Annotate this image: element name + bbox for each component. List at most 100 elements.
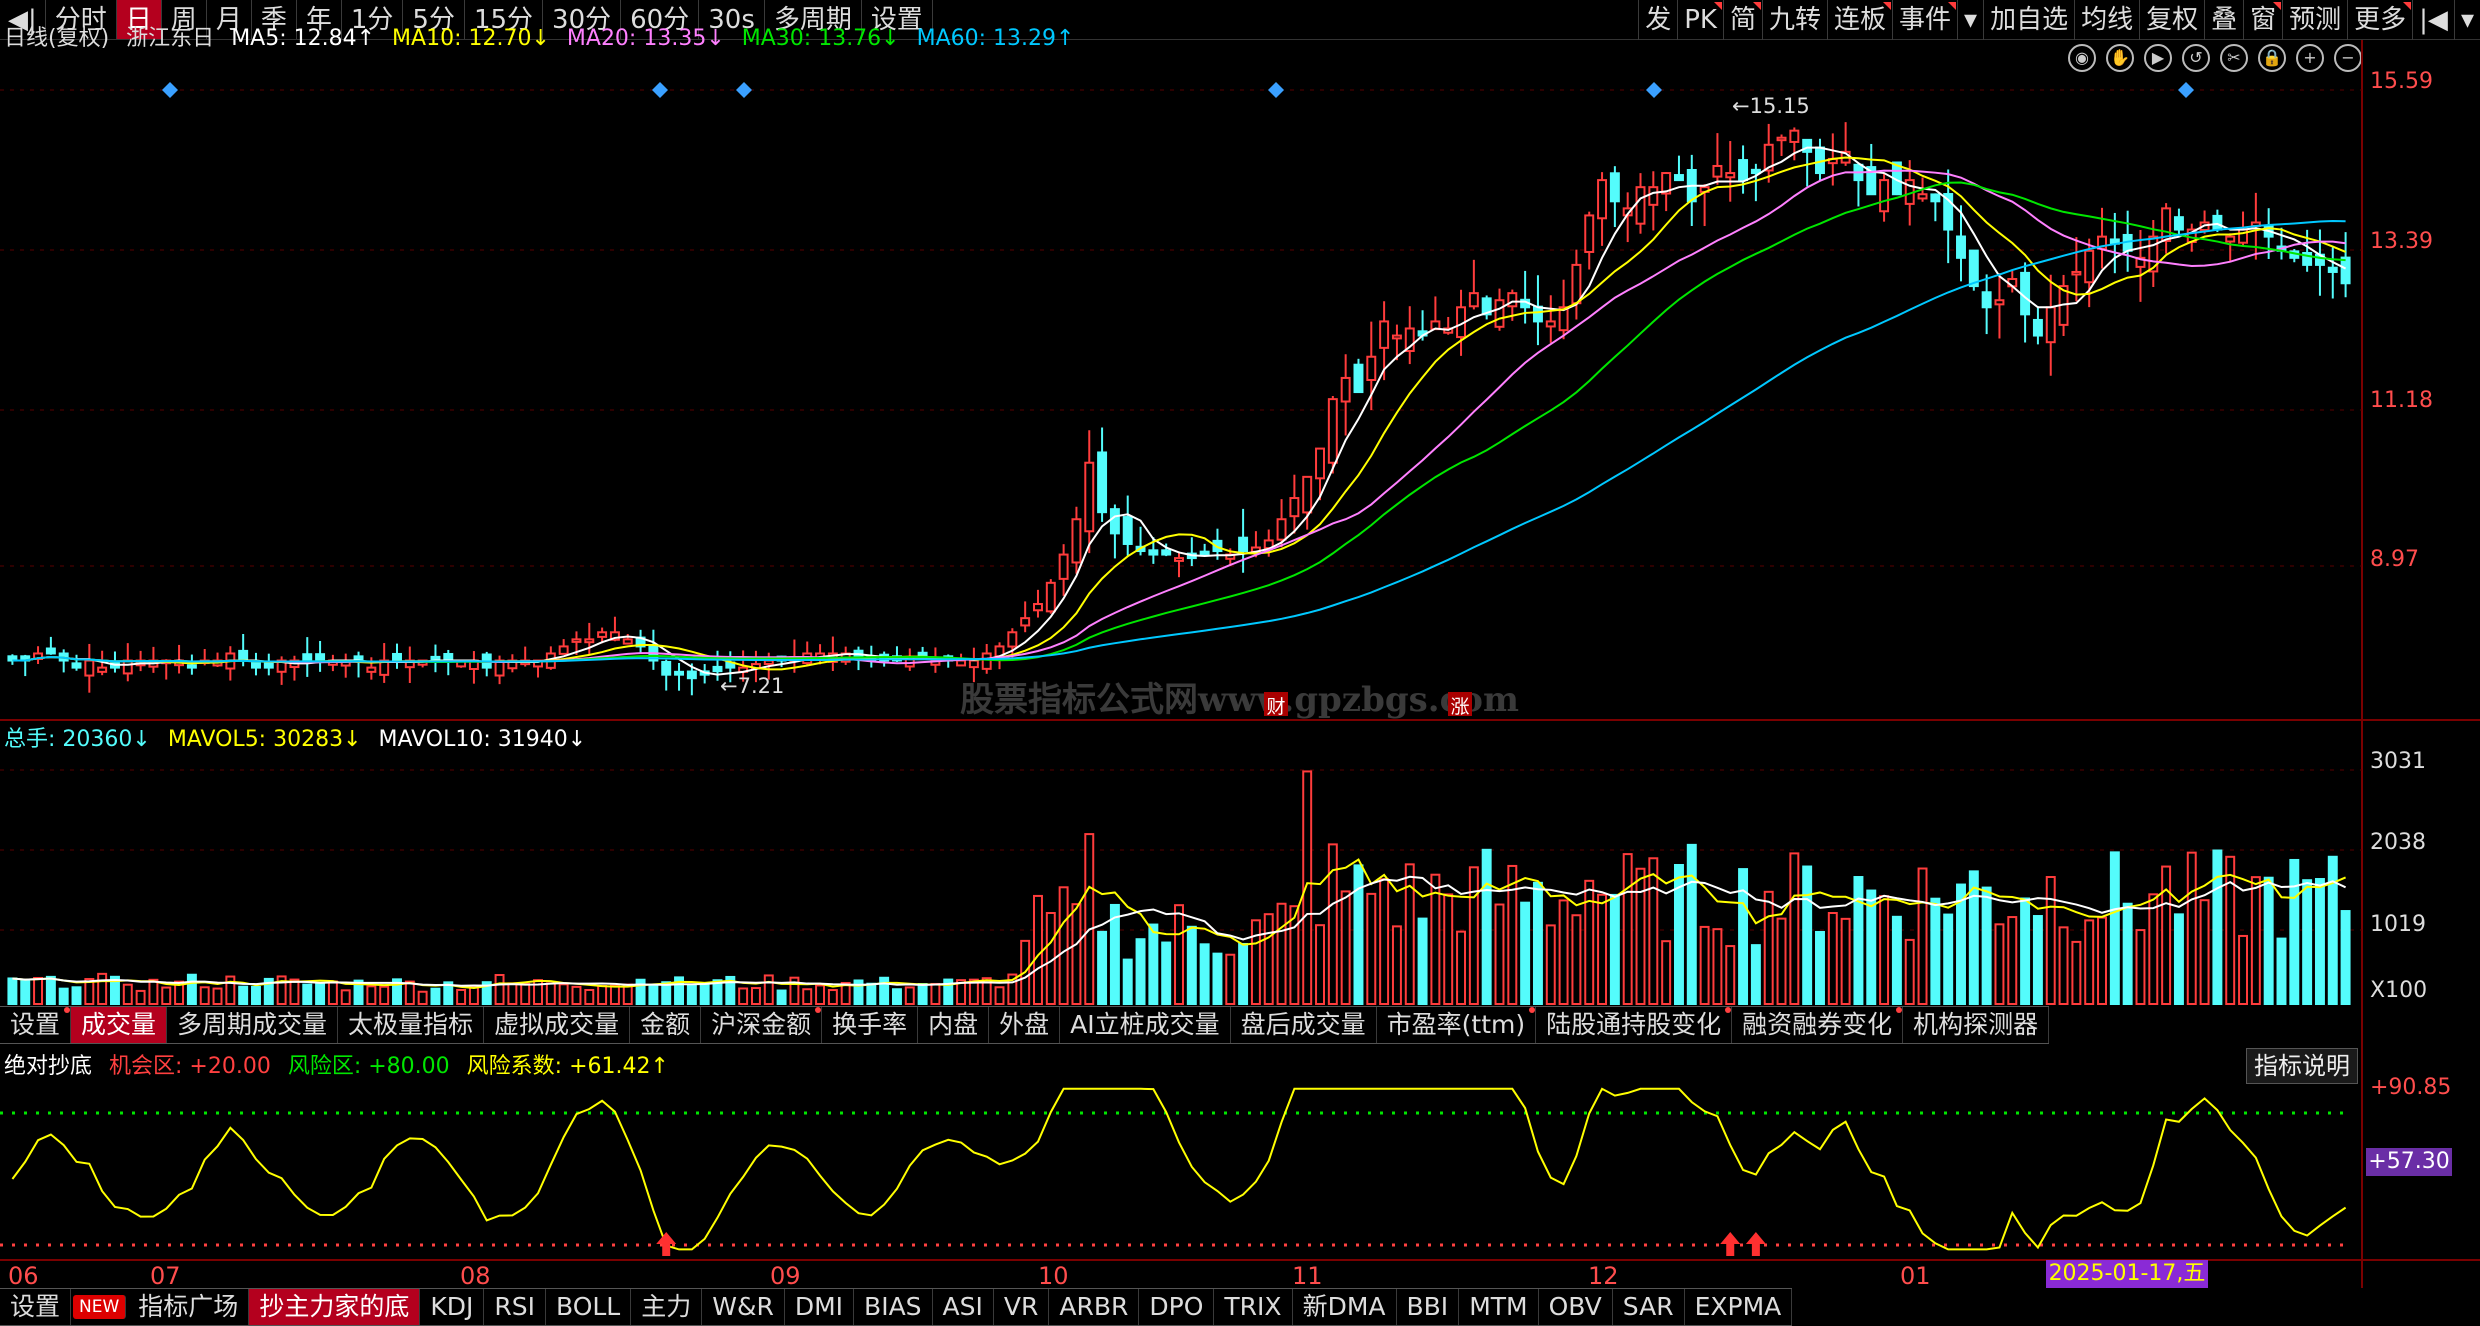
candle-body bbox=[366, 666, 377, 673]
candle-body bbox=[1238, 536, 1249, 553]
volume-bar bbox=[545, 982, 556, 1006]
volume-tab[interactable]: 多周期成交量 bbox=[167, 1007, 339, 1043]
x-axis-label: 11 bbox=[1292, 1262, 1323, 1290]
volume-bar bbox=[2109, 851, 2120, 1005]
indicator-current-value: +57.30 bbox=[2366, 1148, 2452, 1176]
candle-body bbox=[1161, 549, 1172, 556]
indicator-tab[interactable]: VR bbox=[994, 1289, 1050, 1325]
volume-bar bbox=[1879, 895, 1890, 1005]
volume-tab[interactable]: 外盘 bbox=[989, 1007, 1061, 1043]
volume-tab[interactable]: 虚拟成交量 bbox=[484, 1007, 631, 1043]
event-zhang-badge[interactable]: 涨 bbox=[1448, 692, 1472, 718]
volume-bar bbox=[584, 989, 595, 1006]
candle-body bbox=[1545, 320, 1556, 328]
indicator-tab[interactable]: BBI bbox=[1397, 1289, 1460, 1325]
indicator-tab[interactable]: TRIX bbox=[1214, 1289, 1293, 1325]
volume-tab[interactable]: 设置 bbox=[0, 1007, 72, 1043]
volume-bar bbox=[494, 974, 505, 1005]
volume-bar bbox=[1391, 925, 1402, 1005]
volume-bar bbox=[1866, 889, 1877, 1005]
volume-bar bbox=[2225, 855, 2236, 1006]
volume-bar bbox=[558, 983, 569, 1006]
volume-bar bbox=[1353, 864, 1364, 1005]
high-marker: ←15.15 bbox=[1732, 94, 1810, 118]
candle-body bbox=[1315, 447, 1325, 480]
indicator-help-button[interactable]: 指标说明 bbox=[2246, 1048, 2358, 1084]
volume-bar bbox=[2327, 855, 2338, 1005]
indicator-tab[interactable]: 抄主力家的底 bbox=[249, 1289, 421, 1325]
volume-bar bbox=[2289, 858, 2300, 1005]
indicator-tab[interactable]: 指标广场 bbox=[128, 1289, 250, 1325]
volume-bar bbox=[2314, 878, 2325, 1005]
volume-tab[interactable]: 市盈率(ttm) bbox=[1377, 1007, 1537, 1043]
volume-tab[interactable]: 盘后成交量 bbox=[1231, 1007, 1377, 1043]
indicator-tab[interactable]: MTM bbox=[1459, 1289, 1539, 1325]
candle-body bbox=[1802, 138, 1813, 153]
volume-bar bbox=[1084, 833, 1095, 1005]
candle-body bbox=[315, 653, 326, 662]
volume-tab[interactable]: AI立桩成交量 bbox=[1060, 1007, 1231, 1043]
indicator-tab[interactable]: 新DMA bbox=[1293, 1289, 1397, 1325]
volume-bar bbox=[763, 974, 774, 1005]
candle-body bbox=[1340, 376, 1351, 403]
candle-body bbox=[1122, 516, 1133, 545]
indicator-tab[interactable]: W&R bbox=[702, 1289, 785, 1325]
indicator-tab[interactable]: SAR bbox=[1613, 1289, 1685, 1325]
candle-body bbox=[1199, 550, 1210, 556]
indicator-tab[interactable]: EXPMA bbox=[1685, 1289, 1793, 1325]
volume-bar bbox=[1661, 940, 1672, 1006]
volume-tab[interactable]: 融资融券变化 bbox=[1732, 1007, 1904, 1043]
volume-tab[interactable]: 金额 bbox=[630, 1007, 702, 1043]
volume-bar bbox=[1225, 953, 1236, 1006]
indicator-tab[interactable]: 设置 bbox=[0, 1289, 72, 1325]
volume-tab[interactable]: 机构探测器 bbox=[1903, 1007, 2050, 1043]
volume-bar bbox=[802, 988, 813, 1005]
candle-body bbox=[97, 666, 108, 673]
volume-bar bbox=[994, 986, 1005, 1006]
price-tick: 13.39 bbox=[2370, 229, 2433, 254]
candle-body bbox=[2032, 318, 2043, 337]
indicator-tab[interactable]: RSI bbox=[484, 1289, 546, 1325]
event-diamond-icon bbox=[1646, 82, 1662, 98]
volume-bar bbox=[2276, 937, 2287, 1005]
candle-body bbox=[1109, 508, 1120, 535]
ma20-line bbox=[12, 169, 2346, 665]
volume-bar bbox=[379, 985, 390, 1005]
volume-bar bbox=[1417, 917, 1428, 1006]
ma-lines bbox=[12, 146, 2347, 676]
indicator-tab[interactable]: ASI bbox=[933, 1289, 994, 1325]
candle-body bbox=[1366, 355, 1377, 381]
volume-bar bbox=[686, 983, 697, 1006]
candle-body bbox=[1879, 179, 1890, 213]
volume-tab[interactable]: 沪深金额 bbox=[701, 1007, 823, 1043]
volume-bar bbox=[417, 990, 428, 1005]
volume-tab[interactable]: 陆股通持股变化 bbox=[1536, 1007, 1733, 1043]
indicator-tab[interactable]: DPO bbox=[1139, 1289, 1215, 1325]
indicator-tab[interactable]: 主力 bbox=[631, 1289, 703, 1325]
event-diamond-icon bbox=[652, 82, 668, 98]
indicator-tab[interactable]: DMI bbox=[785, 1289, 855, 1325]
total-volume: 总手: 20360↓ bbox=[4, 727, 151, 752]
candle-body bbox=[392, 652, 402, 662]
candle-body bbox=[1738, 159, 1749, 182]
indicator-tab[interactable]: OBV bbox=[1539, 1289, 1613, 1325]
event-diamond-icon bbox=[162, 82, 178, 98]
volume-bar bbox=[750, 987, 761, 1005]
chart-canvas bbox=[0, 40, 2480, 1288]
volume-tab[interactable]: 换手率 bbox=[822, 1007, 919, 1043]
volume-bar bbox=[2097, 916, 2107, 1005]
indicator-tab[interactable]: BIAS bbox=[854, 1289, 933, 1325]
volume-tab[interactable]: 内盘 bbox=[918, 1007, 990, 1043]
x-axis-label: 07 bbox=[150, 1262, 181, 1290]
volume-bar bbox=[45, 975, 56, 1005]
volume-bar bbox=[1148, 923, 1159, 1006]
indicator-tab[interactable]: BOLL bbox=[546, 1289, 632, 1325]
volume-bar bbox=[1686, 843, 1697, 1006]
indicator-name: 绝对抄底 bbox=[4, 1054, 93, 1079]
indicator-tab[interactable]: KDJ bbox=[420, 1289, 485, 1325]
volume-tab[interactable]: 太极量指标 bbox=[338, 1007, 485, 1043]
event-cai-badge[interactable]: 财 bbox=[1264, 692, 1288, 718]
indicator-tab[interactable]: ARBR bbox=[1049, 1289, 1140, 1325]
candle-body bbox=[1571, 263, 1582, 305]
volume-tab[interactable]: 成交量 bbox=[71, 1007, 168, 1043]
